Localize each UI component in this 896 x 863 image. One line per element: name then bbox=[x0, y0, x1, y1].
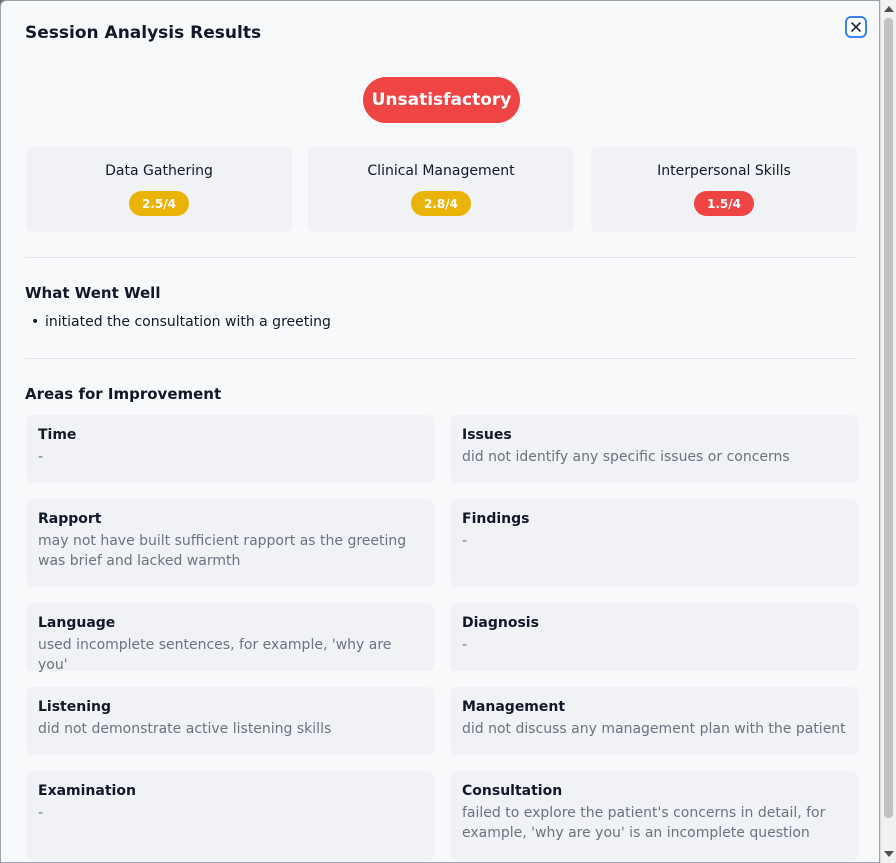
area-text: did not identify any specific issues or … bbox=[462, 449, 790, 465]
analysis-modal: Session Analysis Results Unsatisfactory … bbox=[0, 0, 880, 863]
area-card-diagnosis: Diagnosis - bbox=[450, 603, 858, 671]
score-badge: 1.5/4 bbox=[694, 191, 754, 216]
score-name: Data Gathering bbox=[105, 163, 213, 179]
area-card-rapport: Rapport may not have built sufficient ra… bbox=[26, 499, 434, 587]
area-card-examination: Examination - bbox=[26, 771, 434, 861]
area-heading: Management bbox=[462, 699, 566, 715]
area-heading: Diagnosis bbox=[462, 615, 539, 631]
area-card-language: Language used incomplete sentences, for … bbox=[26, 603, 434, 673]
score-badge: 2.8/4 bbox=[411, 191, 471, 216]
verdict-badge: Unsatisfactory bbox=[363, 77, 520, 123]
area-text: did not discuss any management plan with… bbox=[462, 721, 846, 737]
area-heading: Issues bbox=[462, 427, 512, 443]
area-card-time: Time - bbox=[26, 415, 434, 483]
went-well-item: initiated the consultation with a greeti… bbox=[31, 314, 331, 330]
improvement-title: Areas for Improvement bbox=[25, 385, 222, 403]
area-text: - bbox=[462, 637, 468, 653]
score-card-data-gathering: Data Gathering 2.5/4 bbox=[26, 147, 292, 232]
area-card-issues: Issues did not identify any specific iss… bbox=[450, 415, 858, 483]
area-card-findings: Findings - bbox=[450, 499, 858, 587]
area-card-management: Management did not discuss any managemen… bbox=[450, 687, 858, 755]
area-card-listening: Listening did not demonstrate active lis… bbox=[26, 687, 434, 755]
modal-title: Session Analysis Results bbox=[25, 23, 262, 43]
area-text: did not demonstrate active listening ski… bbox=[38, 721, 332, 737]
close-icon bbox=[850, 18, 862, 37]
score-name: Clinical Management bbox=[367, 163, 515, 179]
area-heading: Time bbox=[38, 427, 77, 443]
score-card-clinical-management: Clinical Management 2.8/4 bbox=[308, 147, 574, 232]
scrollbar[interactable] bbox=[880, 0, 896, 863]
score-badge: 2.5/4 bbox=[129, 191, 189, 216]
area-heading: Consultation bbox=[462, 783, 563, 799]
score-card-interpersonal-skills: Interpersonal Skills 1.5/4 bbox=[591, 147, 857, 232]
area-heading: Listening bbox=[38, 699, 111, 715]
area-heading: Rapport bbox=[38, 511, 102, 527]
divider bbox=[25, 257, 857, 258]
area-text: - bbox=[38, 449, 44, 465]
area-heading: Examination bbox=[38, 783, 136, 799]
score-name: Interpersonal Skills bbox=[657, 163, 791, 179]
area-heading: Findings bbox=[462, 511, 530, 527]
area-heading: Language bbox=[38, 615, 116, 631]
area-text: may not have built sufficient rapport as… bbox=[38, 533, 407, 569]
area-text: used incomplete sentences, for example, … bbox=[38, 637, 392, 673]
scroll-thumb[interactable] bbox=[884, 18, 893, 818]
area-text: - bbox=[462, 533, 468, 549]
went-well-title: What Went Well bbox=[25, 284, 161, 302]
area-text: - bbox=[38, 805, 44, 821]
scroll-up-icon[interactable] bbox=[884, 6, 894, 12]
close-button[interactable] bbox=[845, 16, 867, 38]
scroll-down-icon[interactable] bbox=[884, 851, 894, 857]
area-card-consultation: Consultation failed to explore the patie… bbox=[450, 771, 858, 861]
area-text: failed to explore the patient's concerns… bbox=[462, 805, 826, 841]
divider bbox=[25, 358, 857, 359]
